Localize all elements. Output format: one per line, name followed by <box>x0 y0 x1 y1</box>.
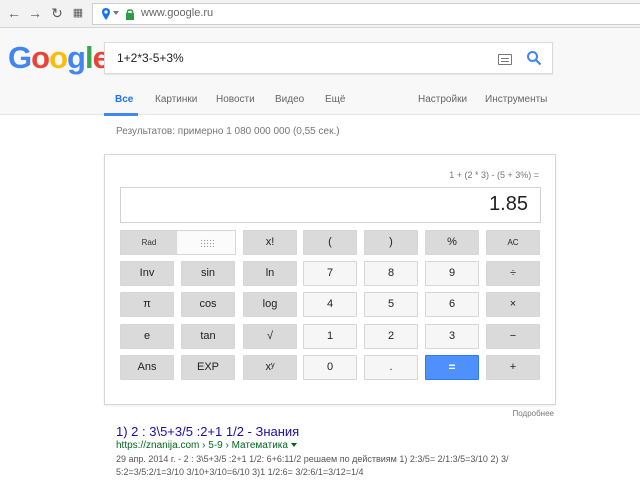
sqrt-button[interactable]: √ <box>243 324 297 349</box>
ln-button[interactable]: ln <box>243 261 297 286</box>
decimal-button[interactable]: . <box>364 355 418 380</box>
tab-all[interactable]: Все <box>115 94 133 105</box>
tab-more[interactable]: Ещё <box>325 94 345 105</box>
exp-button[interactable]: EXP <box>181 355 235 380</box>
browser-toolbar: ← → ↻ ▦ www.google.ru <box>0 0 640 28</box>
reload-icon[interactable]: ↻ <box>49 5 65 21</box>
deg-button[interactable] <box>178 231 235 254</box>
tan-button[interactable]: tan <box>181 324 235 349</box>
logo-letter: o <box>31 40 50 75</box>
digit-4-button[interactable]: 4 <box>303 292 357 317</box>
google-logo[interactable]: Google <box>8 40 110 76</box>
results-stats: Результатов: примерно 1 080 000 000 (0,5… <box>116 126 340 137</box>
logo-letter: G <box>8 40 32 75</box>
google-header: Google 1+2*3-5+3% Все Картинки Новости В… <box>0 28 640 116</box>
apps-icon[interactable]: ▦ <box>70 5 86 21</box>
snippet-line-2: 5:2=3/5:2/1=3/10 3/10+3/10=6/10 3)1 1/2:… <box>116 467 364 477</box>
logo-letter: l <box>84 40 94 75</box>
multiply-button[interactable]: × <box>486 292 540 317</box>
result-url-text: https://znanija.com › 5-9 › Математика <box>116 440 288 451</box>
back-icon[interactable]: ← <box>6 5 22 21</box>
search-tabs: Все Картинки Новости Видео Ещё Настройки… <box>0 92 640 114</box>
divide-button[interactable]: ÷ <box>486 261 540 286</box>
log-button[interactable]: log <box>243 292 297 317</box>
add-button[interactable]: + <box>486 355 540 380</box>
location-pin-icon[interactable] <box>99 7 113 21</box>
url-text: www.google.ru <box>141 7 214 19</box>
more-info-link[interactable]: Подробнее <box>513 409 555 418</box>
calculator-widget: 1 + (2 * 3) - (5 + 3%) = 1.85 Rad x! ( )… <box>104 154 556 405</box>
digit-7-button[interactable]: 7 <box>303 261 357 286</box>
subtract-button[interactable]: − <box>486 324 540 349</box>
search-box[interactable]: 1+2*3-5+3% <box>104 42 553 74</box>
tab-tools[interactable]: Инструменты <box>485 94 547 105</box>
all-clear-button[interactable]: AC <box>486 230 540 255</box>
snippet-line-1: 29 апр. 2014 г. - 2 : 3\5+3/5 :2+1 1/2: … <box>116 454 509 464</box>
search-icon[interactable] <box>526 50 542 66</box>
dotted-pattern-icon <box>200 239 214 247</box>
digit-3-button[interactable]: 3 <box>425 324 479 349</box>
inv-button[interactable]: Inv <box>120 261 174 286</box>
equals-button[interactable]: = <box>425 355 479 380</box>
calculator-display: 1.85 <box>120 187 541 223</box>
forward-icon[interactable]: → <box>27 5 43 21</box>
digit-0-button[interactable]: 0 <box>303 355 357 380</box>
ans-button[interactable]: Ans <box>120 355 174 380</box>
digit-1-button[interactable]: 1 <box>303 324 357 349</box>
result-snippet: 29 апр. 2014 г. - 2 : 3\5+3/5 :2+1 1/2: … <box>116 453 556 479</box>
power-button[interactable]: xʸ <box>243 355 297 380</box>
keyboard-icon[interactable] <box>498 54 512 65</box>
active-tab-indicator <box>104 113 138 116</box>
e-button[interactable]: e <box>120 324 174 349</box>
tab-news[interactable]: Новости <box>216 94 255 105</box>
sin-button[interactable]: sin <box>181 261 235 286</box>
tab-videos[interactable]: Видео <box>275 94 304 105</box>
calculator-expression: 1 + (2 * 3) - (5 + 3%) = <box>449 170 539 180</box>
result-url[interactable]: https://znanija.com › 5-9 › Математика <box>116 440 297 451</box>
result-title-link[interactable]: 1) 2 : 3\5+3/5 :2+1 1/2 - Знания <box>116 424 299 439</box>
address-bar[interactable]: www.google.ru <box>92 3 640 25</box>
logo-letter: g <box>67 40 86 75</box>
search-input[interactable]: 1+2*3-5+3% <box>117 51 184 65</box>
dropdown-icon[interactable] <box>112 9 120 17</box>
digit-9-button[interactable]: 9 <box>425 261 479 286</box>
tab-settings[interactable]: Настройки <box>418 94 467 105</box>
digit-2-button[interactable]: 2 <box>364 324 418 349</box>
digit-6-button[interactable]: 6 <box>425 292 479 317</box>
percent-button[interactable]: % <box>425 230 479 255</box>
cos-button[interactable]: cos <box>181 292 235 317</box>
digit-5-button[interactable]: 5 <box>364 292 418 317</box>
lock-icon <box>126 9 134 20</box>
logo-letter: o <box>49 40 68 75</box>
tab-images[interactable]: Картинки <box>155 94 197 105</box>
calculator-result: 1.85 <box>489 193 528 215</box>
angle-mode-toggle[interactable]: Rad <box>120 230 236 255</box>
rad-button[interactable]: Rad <box>121 231 177 254</box>
url-dropdown-icon[interactable] <box>290 443 297 448</box>
right-paren-button[interactable]: ) <box>364 230 418 255</box>
left-paren-button[interactable]: ( <box>303 230 357 255</box>
digit-8-button[interactable]: 8 <box>364 261 418 286</box>
pi-button[interactable]: π <box>120 292 174 317</box>
factorial-button[interactable]: x! <box>243 230 297 255</box>
